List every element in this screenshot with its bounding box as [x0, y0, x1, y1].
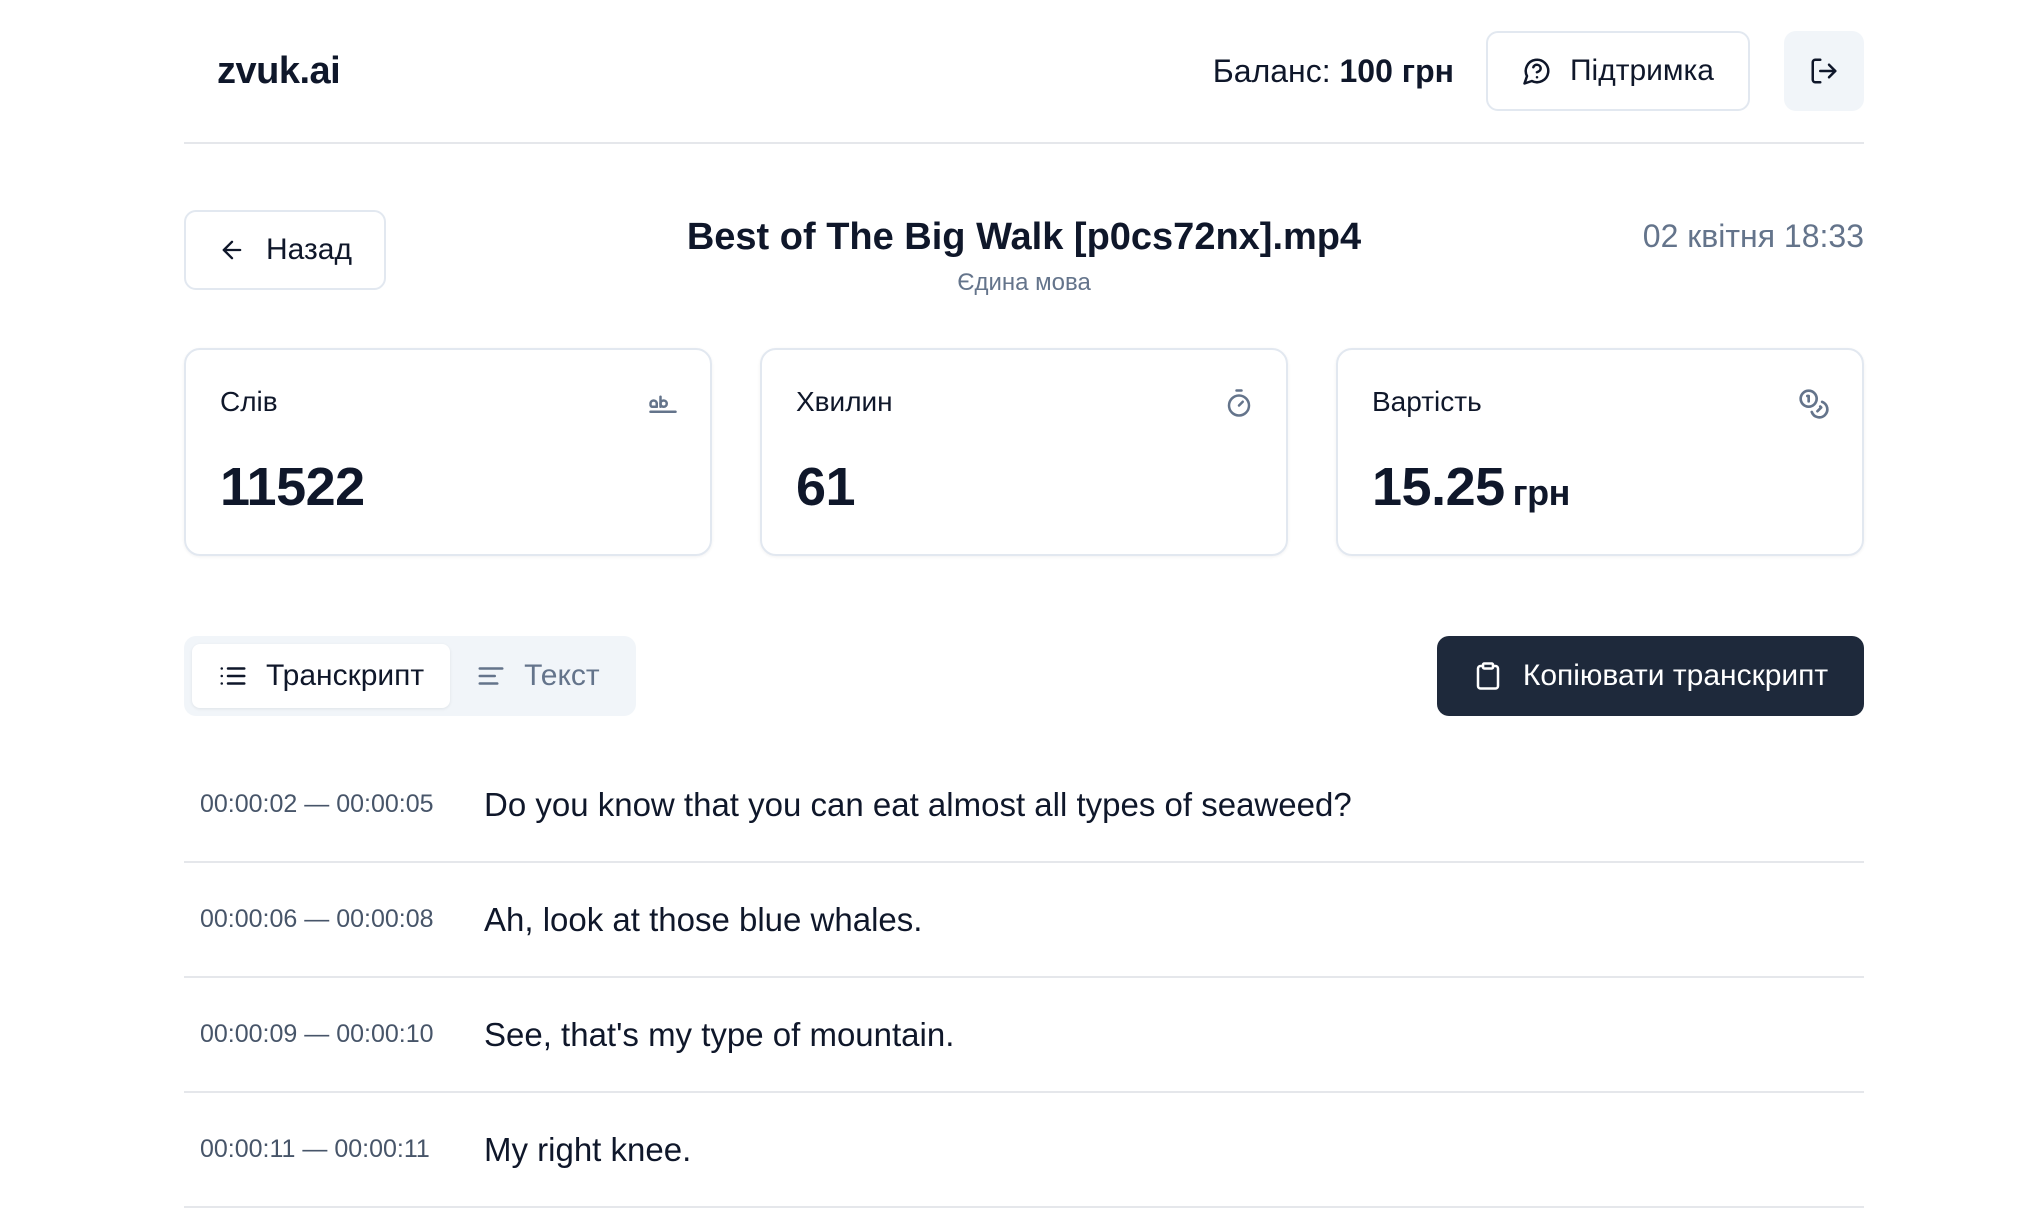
stat-number: 11522 [220, 457, 365, 517]
stat-unit: грн [1512, 472, 1571, 513]
stat-value: 11522 [220, 456, 365, 518]
coins-icon [1799, 389, 1829, 419]
tab-text[interactable]: Текст [450, 644, 626, 708]
logo[interactable]: zvuk.ai [217, 50, 341, 93]
stat-label: Вартість [1372, 386, 1482, 417]
support-button[interactable]: Підтримка [1485, 31, 1750, 111]
file-date: 02 квітня 18:33 [1642, 218, 1864, 254]
segment-text: Ah, look at those blue whales. [484, 900, 923, 938]
view-controls: Транскрипт Текст Копіювати транскрипт [184, 636, 1864, 716]
transcript-list: 00:00:02 — 00:00:05 Do you know that you… [184, 748, 1864, 1208]
copy-transcript-label: Копіювати транскрипт [1522, 659, 1829, 692]
transcript-row: 00:00:11 — 00:00:11 My right knee. [184, 1093, 1864, 1208]
file-header: Best of The Big Walk [p0cs72nx].mp4 Єдин… [184, 216, 1864, 297]
timer-icon [1227, 389, 1251, 417]
tab-transcript-label: Транскрипт [266, 659, 425, 692]
copy-transcript-button[interactable]: Копіювати транскрипт [1437, 636, 1864, 716]
stat-label: Хвилин [796, 386, 893, 417]
stat-label: Слів [220, 386, 278, 417]
segment-text: See, that's my type of mountain. [484, 1015, 955, 1053]
stat-card-minutes: Хвилин 61 [760, 348, 1288, 556]
list-icon [220, 667, 246, 685]
tab-transcript[interactable]: Транскрипт [192, 644, 451, 708]
header-actions: Баланс: 100 грн Підтримка [1213, 31, 1864, 111]
balance-amount: 100 грн [1339, 52, 1454, 89]
transcript-row: 00:00:02 — 00:00:05 Do you know that you… [184, 748, 1864, 863]
stat-card-cost: Вартість 15.25 грн [1336, 348, 1864, 556]
stat-number: 61 [796, 457, 856, 517]
segment-timestamp[interactable]: 00:00:02 — 00:00:05 [184, 790, 484, 819]
balance-label: Баланс: [1212, 52, 1331, 89]
file-title-row: Назад Best of The Big Walk [p0cs72nx].mp… [184, 144, 1864, 340]
file-title: Best of The Big Walk [p0cs72nx].mp4 [686, 216, 1362, 258]
clipboard-icon [1476, 662, 1500, 690]
logout-button[interactable] [1784, 31, 1864, 111]
segment-timestamp[interactable]: 00:00:06 — 00:00:08 [184, 905, 484, 934]
log-out-icon [1811, 58, 1837, 84]
tab-text-label: Текст [524, 659, 600, 692]
stats-row: Слів 11522 Хвилин 61 Вартість 15.25 грн [184, 348, 1864, 556]
stat-number: 15.25 [1372, 457, 1505, 517]
stat-card-words: Слів 11522 [184, 348, 712, 556]
page-container: zvuk.ai Баланс: 100 грн Підтримка Назад … [184, 0, 1864, 1208]
segment-timestamp[interactable]: 00:00:11 — 00:00:11 [184, 1135, 484, 1164]
spell-check-icon [649, 395, 677, 413]
file-language-mode: Єдина мова [957, 269, 1091, 296]
segment-text: My right knee. [484, 1130, 692, 1168]
view-tabs: Транскрипт Текст [184, 636, 636, 716]
segment-timestamp[interactable]: 00:00:09 — 00:00:10 [184, 1020, 484, 1049]
stat-value: 15.25 грн [1372, 456, 1570, 518]
support-label: Підтримка [1569, 54, 1714, 87]
balance-display: Баланс: 100 грн [1213, 53, 1454, 90]
stat-value: 61 [796, 456, 856, 518]
transcript-row: 00:00:09 — 00:00:10 See, that's my type … [184, 978, 1864, 1093]
segment-text: Do you know that you can eat almost all … [484, 785, 1352, 823]
transcript-row: 00:00:06 — 00:00:08 Ah, look at those bl… [184, 863, 1864, 978]
message-circle-question-icon [1523, 58, 1550, 85]
top-header: zvuk.ai Баланс: 100 грн Підтримка [184, 0, 1864, 144]
align-left-icon [478, 667, 504, 685]
